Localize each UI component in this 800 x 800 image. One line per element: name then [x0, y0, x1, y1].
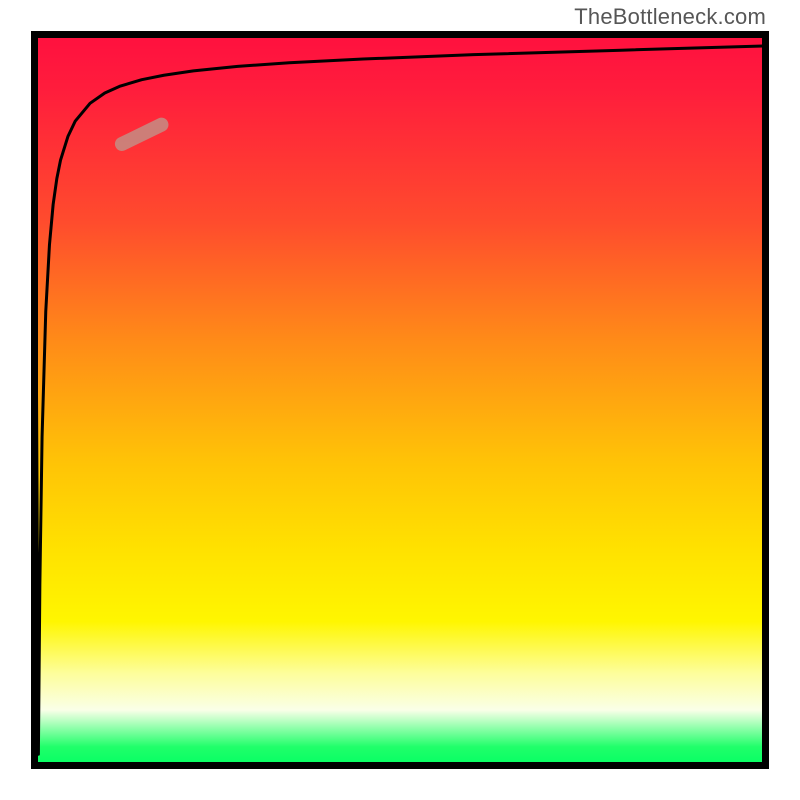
gradient-background — [31, 31, 769, 769]
chart-container: TheBottleneck.com — [0, 0, 800, 800]
attribution-text: TheBottleneck.com — [574, 4, 766, 30]
plot-area — [31, 31, 769, 769]
